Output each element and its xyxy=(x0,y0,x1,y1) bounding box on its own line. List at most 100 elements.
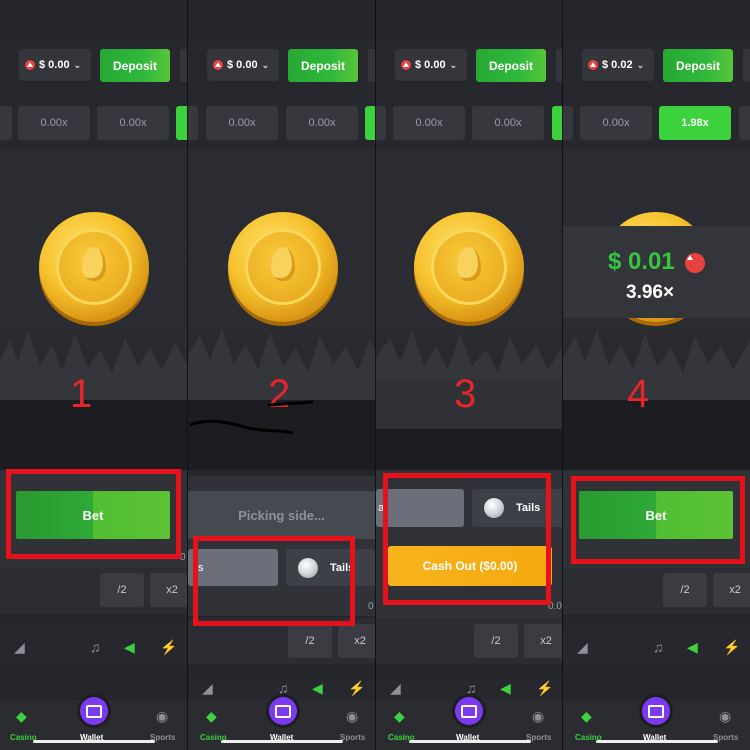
egg-icon xyxy=(271,247,295,281)
next-button-edge xyxy=(368,49,375,82)
avax-icon xyxy=(401,60,411,70)
telegram-icon[interactable]: ◢ xyxy=(577,639,588,656)
win-popup: $ 0.01 3.96× xyxy=(563,226,750,318)
step-number: 3 xyxy=(454,372,477,416)
highlight-box xyxy=(6,469,181,559)
casino-icon[interactable]: ◆ xyxy=(394,708,405,725)
music-icon[interactable]: ♫ xyxy=(466,680,477,696)
scribble-mark xyxy=(189,400,314,435)
chevron-down-icon: ⌄ xyxy=(636,59,645,70)
music-icon[interactable]: ♫ xyxy=(278,680,289,696)
picking-side-button[interactable]: Picking side... xyxy=(188,491,375,539)
wallet-icon[interactable] xyxy=(642,697,670,725)
multiplier-chip-current xyxy=(365,106,375,140)
deposit-button[interactable]: Deposit xyxy=(100,49,170,82)
halve-button[interactable]: /2 xyxy=(100,573,144,607)
speaker-icon[interactable]: ◀ xyxy=(124,639,135,656)
sports-icon[interactable]: ◉ xyxy=(719,708,731,725)
egg-icon xyxy=(457,247,481,281)
multiplier-history: 0.00x 0.00x xyxy=(376,96,563,150)
multiplier-history: 0.00x 1.98x xyxy=(563,96,750,150)
wallet-icon[interactable] xyxy=(80,697,108,725)
multiplier-chip: 0.00x xyxy=(18,106,90,140)
step-number: 4 xyxy=(627,372,650,416)
casino-icon[interactable]: ◆ xyxy=(581,708,592,725)
avax-icon xyxy=(588,60,598,70)
casino-icon[interactable]: ◆ xyxy=(206,708,217,725)
wallet-icon[interactable] xyxy=(269,697,297,725)
casino-icon[interactable]: ◆ xyxy=(16,708,27,725)
balance-selector[interactable]: $ 0.02 ⌄ xyxy=(582,49,654,81)
music-icon[interactable]: ♫ xyxy=(653,639,664,655)
multiplier-chip-current xyxy=(176,106,187,140)
multiplier-chip xyxy=(376,106,386,140)
speaker-icon[interactable]: ◀ xyxy=(500,680,511,697)
multiplier-chip: 0.00x xyxy=(206,106,278,140)
speaker-icon[interactable]: ◀ xyxy=(687,639,698,656)
multiplier-chip xyxy=(188,106,198,140)
balance-selector[interactable]: $ 0.00 ⌄ xyxy=(207,49,279,81)
sports-icon[interactable]: ◉ xyxy=(346,708,358,725)
multiplier-chip: 0.00x xyxy=(97,106,169,140)
avax-icon xyxy=(685,253,705,273)
halve-button[interactable]: /2 xyxy=(663,573,707,607)
ground xyxy=(563,400,750,470)
home-indicator xyxy=(596,740,718,743)
highlight-box xyxy=(383,473,551,605)
home-indicator xyxy=(33,740,155,743)
header-bar: $ 0.02 ⌄ Deposit xyxy=(563,38,750,96)
halve-button[interactable]: /2 xyxy=(474,624,518,658)
speaker-icon[interactable]: ◀ xyxy=(312,680,323,697)
home-indicator xyxy=(221,740,343,743)
sports-icon[interactable]: ◉ xyxy=(156,708,168,725)
lightning-icon[interactable]: ⚡ xyxy=(723,639,740,656)
amount-edge: 0 xyxy=(368,601,374,612)
lightning-icon[interactable]: ⚡ xyxy=(160,639,177,656)
coin xyxy=(228,212,338,322)
halve-button[interactable]: /2 xyxy=(288,624,332,658)
wallet-icon[interactable] xyxy=(455,697,483,725)
balance-selector[interactable]: $ 0.00 ⌄ xyxy=(19,49,91,81)
balance-value: $ 0.02 xyxy=(602,59,633,71)
chevron-down-icon: ⌄ xyxy=(261,59,270,70)
multiplier-chip xyxy=(739,106,750,140)
lightning-icon[interactable]: ⚡ xyxy=(536,680,553,697)
win-multiplier: 3.96× xyxy=(626,282,675,303)
ground xyxy=(0,400,187,470)
multiplier-chip: 0.00x xyxy=(580,106,652,140)
avax-icon xyxy=(25,60,35,70)
avax-icon xyxy=(213,60,223,70)
double-button[interactable]: x2 xyxy=(713,573,750,607)
balance-selector[interactable]: $ 0.00 ⌄ xyxy=(395,49,467,81)
step-number: 1 xyxy=(70,372,93,416)
lightning-icon[interactable]: ⚡ xyxy=(348,680,365,697)
deposit-button[interactable]: Deposit xyxy=(476,49,546,82)
balance-value: $ 0.00 xyxy=(415,59,446,71)
chevron-down-icon: ⌄ xyxy=(73,59,82,70)
multiplier-chip: 0.00x xyxy=(472,106,544,140)
telegram-icon[interactable]: ◢ xyxy=(14,639,25,656)
header-bar: $ 0.00 ⌄ Deposit xyxy=(0,38,187,96)
double-button[interactable]: x2 xyxy=(150,573,187,607)
multiplier-chip xyxy=(0,106,12,140)
double-button[interactable]: x2 xyxy=(338,624,375,658)
egg-icon xyxy=(82,247,106,281)
step-panel-4: $ 0.02 ⌄ Deposit 0.00x 1.98x 4 Bet /2 x2… xyxy=(563,0,750,750)
sports-icon[interactable]: ◉ xyxy=(532,708,544,725)
multiplier-chip: 0.00x xyxy=(393,106,465,140)
highlight-box xyxy=(193,536,355,626)
deposit-button[interactable]: Deposit xyxy=(663,49,733,82)
nav-sports[interactable]: Sports xyxy=(340,733,365,742)
multiplier-chip xyxy=(563,106,573,140)
telegram-icon[interactable]: ◢ xyxy=(390,680,401,697)
chevron-down-icon: ⌄ xyxy=(449,59,458,70)
step-panel-1: $ 0.00 ⌄ Deposit 0.00x 0.00x 1 Bet 0 /2 … xyxy=(0,0,187,750)
next-button-edge xyxy=(743,49,750,82)
next-button-edge xyxy=(180,49,187,82)
double-button[interactable]: x2 xyxy=(524,624,563,658)
music-icon[interactable]: ♫ xyxy=(90,639,101,655)
multiplier-history: 0.00x 0.00x xyxy=(0,96,187,150)
telegram-icon[interactable]: ◢ xyxy=(202,680,213,697)
deposit-button[interactable]: Deposit xyxy=(288,49,358,82)
win-amount: $ 0.01 xyxy=(608,248,675,275)
